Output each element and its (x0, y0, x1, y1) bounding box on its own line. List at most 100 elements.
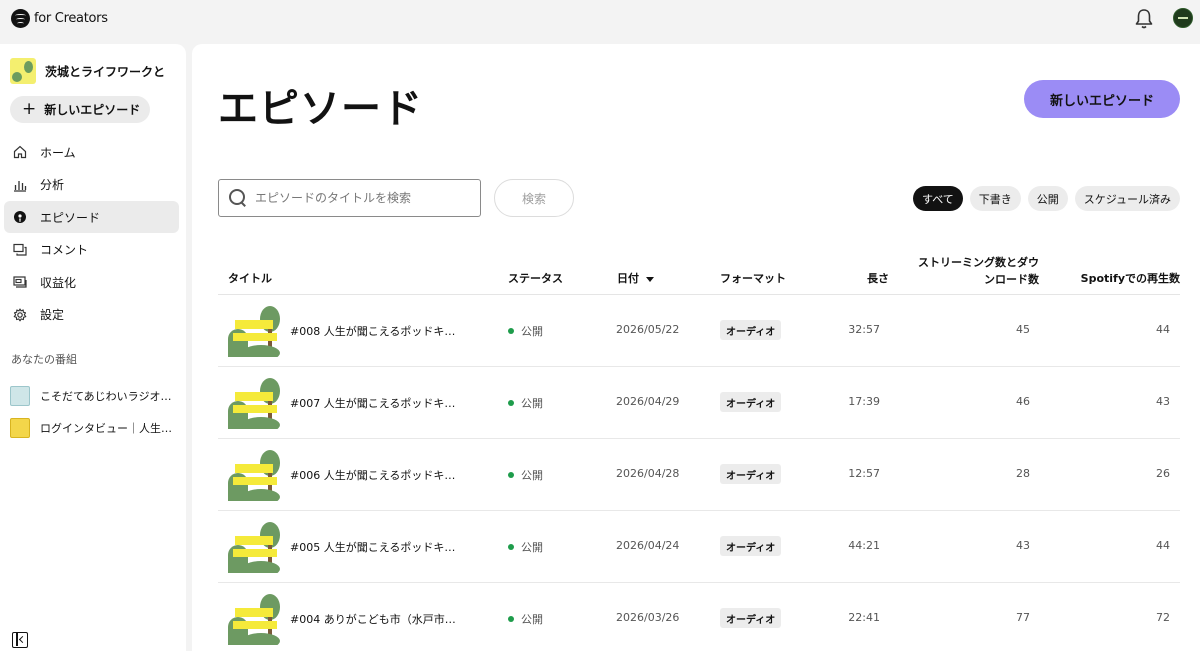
episode-title[interactable]: #008 人生が聞こえるポッドキ… (290, 323, 455, 339)
spotify-logo-icon (11, 9, 30, 28)
sidebar-item-settings[interactable]: 設定 (4, 299, 179, 331)
search-icon (229, 189, 247, 207)
collapse-sidebar-icon[interactable] (12, 632, 28, 648)
episode-date: 2026/04/29 (616, 395, 680, 408)
bell-icon[interactable] (1134, 8, 1154, 30)
my-show-title: こそだてあじわいラジオ… (40, 390, 172, 403)
home-icon (13, 145, 27, 159)
my-show-item[interactable]: ログインタビュー｜人生… (10, 418, 172, 438)
show-thumbnail (10, 58, 36, 84)
sidebar-item-home[interactable]: ホーム (4, 136, 179, 168)
episode-streams: 28 (1016, 467, 1030, 480)
table-row[interactable]: #004 ありがこども市（水戸市… 公開 2026/03/26 オーディオ 22… (218, 583, 1180, 651)
episode-length: 22:41 (848, 611, 880, 624)
new-episode-label: 新しいエピソード (44, 103, 141, 117)
format-badge: オーディオ (720, 536, 782, 556)
status-label: 公開 (521, 613, 543, 626)
filter-published[interactable]: 公開 (1027, 186, 1068, 211)
episode-date: 2026/03/26 (616, 611, 680, 624)
show-thumbnail (10, 418, 30, 438)
episode-date: 2026/04/24 (616, 539, 680, 552)
column-header-length[interactable]: 長さ (867, 270, 889, 286)
published-dot-icon (508, 472, 514, 478)
show-thumbnail (10, 386, 30, 406)
table-row[interactable]: #005 人生が聞こえるポッドキ… 公開 2026/04/24 オーディオ 44… (218, 511, 1180, 583)
episode-streams: 46 (1016, 395, 1030, 408)
show-title: 茨城とライフワークと (45, 64, 166, 79)
new-episode-button[interactable]: + 新しいエピソード (10, 96, 150, 123)
episode-plays: 72 (1156, 611, 1170, 624)
sidebar-item-label: コメント (40, 243, 89, 257)
format-badge: オーディオ (720, 464, 782, 484)
episode-length: 12:57 (848, 467, 880, 480)
column-header-streams[interactable]: ストリーミング数とダウ ンロード数 (918, 254, 1039, 288)
episode-title[interactable]: #005 人生が聞こえるポッドキ… (290, 539, 455, 555)
main-panel: エピソード 新しいエピソード 検索 すべて 下書き 公開 スケジュール済み タイ… (192, 44, 1200, 651)
table-row[interactable]: #008 人生が聞こえるポッドキ… 公開 2026/05/22 オーディオ 32… (218, 295, 1180, 367)
episode-status: 公開 (508, 467, 543, 483)
table-row[interactable]: #007 人生が聞こえるポッドキ… 公開 2026/04/29 オーディオ 17… (218, 367, 1180, 439)
episode-title[interactable]: #004 ありがこども市（水戸市… (290, 611, 456, 627)
episode-status: 公開 (508, 323, 543, 339)
episode-date: 2026/04/28 (616, 467, 680, 480)
search-box[interactable] (218, 179, 481, 217)
podcast-icon (14, 211, 26, 223)
column-header-status[interactable]: ステータス (508, 270, 563, 286)
new-episode-button[interactable]: 新しいエピソード (1024, 80, 1180, 118)
episode-status: 公開 (508, 539, 543, 555)
episode-streams: 45 (1016, 323, 1030, 336)
my-show-item[interactable]: こそだてあじわいラジオ… (10, 386, 171, 406)
episode-plays: 44 (1156, 323, 1170, 336)
episode-streams: 43 (1016, 539, 1030, 552)
table-row[interactable]: #006 人生が聞こえるポッドキ… 公開 2026/04/28 オーディオ 12… (218, 439, 1180, 511)
column-header-format[interactable]: フォーマット (720, 270, 786, 286)
status-label: 公開 (521, 541, 543, 554)
sidebar-item-analytics[interactable]: 分析 (4, 169, 179, 201)
page-title: エピソード (218, 86, 423, 132)
sidebar-item-label: 設定 (40, 308, 65, 322)
sidebar-item-monetization[interactable]: 収益化 (4, 266, 179, 298)
avatar[interactable] (1173, 8, 1193, 28)
published-dot-icon (508, 544, 514, 550)
column-header-date[interactable]: 日付 (617, 270, 654, 286)
episode-status: 公開 (508, 611, 543, 627)
episode-title[interactable]: #007 人生が聞こえるポッドキ… (290, 395, 455, 411)
column-header-plays[interactable]: Spotifyでの再生数 (1081, 270, 1180, 286)
column-header-date-label: 日付 (617, 272, 639, 285)
episode-thumbnail (228, 377, 280, 429)
episode-title[interactable]: #006 人生が聞こえるポッドキ… (290, 467, 455, 483)
sidebar-item-comments[interactable]: コメント (4, 234, 179, 266)
episode-length: 32:57 (848, 323, 880, 336)
filter-all[interactable]: すべて (912, 186, 963, 211)
filter-scheduled[interactable]: スケジュール済み (1074, 186, 1180, 211)
comment-icon (13, 243, 27, 256)
episode-length: 44:21 (848, 539, 880, 552)
episode-plays: 44 (1156, 539, 1170, 552)
column-header-title[interactable]: タイトル (228, 270, 272, 286)
search-input[interactable] (255, 191, 475, 205)
published-dot-icon (508, 328, 514, 334)
sort-desc-icon (646, 276, 654, 282)
filter-draft[interactable]: 下書き (969, 186, 1021, 211)
current-show[interactable]: 茨城とライフワークと (10, 58, 165, 84)
sidebar-item-label: ホーム (40, 145, 76, 160)
format-badge: オーディオ (720, 392, 782, 412)
brand-name: for Creators (34, 11, 108, 26)
sidebar-item-label: エピソード (40, 210, 101, 225)
episode-plays: 43 (1156, 395, 1170, 408)
episode-thumbnail (228, 449, 280, 501)
sidebar-item-label: 収益化 (40, 275, 77, 290)
episode-thumbnail (228, 305, 280, 357)
plus-icon: + (22, 99, 37, 119)
episode-thumbnail (228, 593, 280, 645)
sidebar-item-episodes[interactable]: エピソード (4, 201, 179, 233)
gear-icon (13, 307, 27, 321)
column-header-streams-line1: ストリーミング数とダウ (918, 256, 1039, 269)
filter-chips: すべて 下書き 公開 スケジュール済み (912, 186, 1180, 211)
my-show-title: ログインタビュー｜人生… (40, 422, 172, 435)
search-button[interactable]: 検索 (494, 179, 574, 217)
status-label: 公開 (521, 469, 543, 482)
brand[interactable]: for Creators (11, 9, 108, 28)
sidebar-item-label: 分析 (40, 178, 65, 192)
episode-status: 公開 (508, 395, 543, 411)
